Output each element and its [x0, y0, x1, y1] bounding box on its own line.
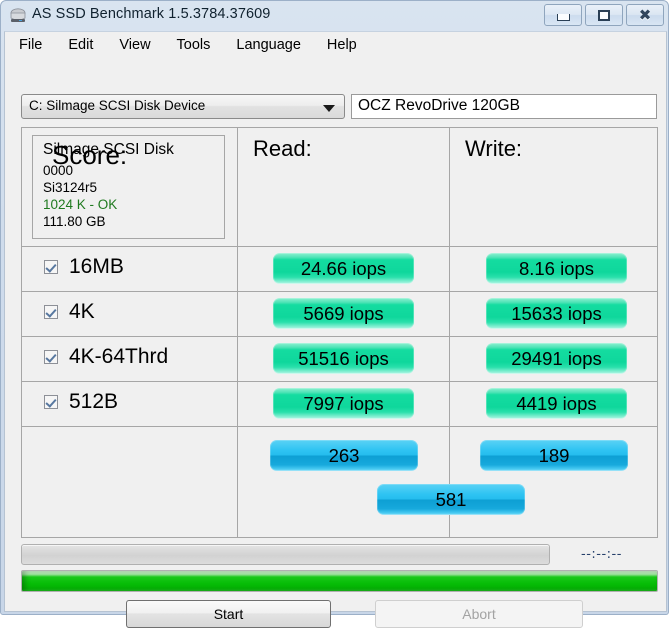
score-read: 263: [270, 440, 418, 471]
test-label-512b: 512B: [69, 390, 119, 413]
result-write-4k-64thrd: 29491 iops: [486, 343, 627, 374]
drive-select-value: C: Silmage SCSI Disk Device: [29, 98, 206, 113]
column-separator-1: [237, 128, 238, 537]
row-separator-3: [22, 381, 657, 382]
progress-bar-bottom-fill: [22, 571, 657, 591]
score-write: 189: [480, 440, 628, 471]
drive-select[interactable]: C: Silmage SCSI Disk Device: [21, 94, 345, 119]
disk-info-alignment: 1024 K - OK: [43, 197, 118, 212]
disk-drive-icon: [10, 8, 26, 22]
test-row-4k-64thrd[interactable]: 4K-64Thrd: [44, 345, 168, 369]
menu-item-view[interactable]: View: [119, 35, 163, 55]
test-label-4k-64thrd: 4K-64Thrd: [69, 345, 169, 368]
maximize-icon: [598, 9, 610, 21]
test-row-16mb[interactable]: 16MB: [44, 255, 124, 279]
menu-item-tools[interactable]: Tools: [177, 35, 224, 55]
results-table: Silmage SCSI Disk 0000 Si3124r5 1024 K -…: [21, 127, 658, 538]
row-separator-1: [22, 291, 657, 292]
checkbox-16mb[interactable]: [44, 260, 58, 274]
test-label-16mb: 16MB: [69, 255, 124, 278]
menu-item-language[interactable]: Language: [236, 35, 314, 55]
checkbox-4k[interactable]: [44, 305, 58, 319]
menu-item-help[interactable]: Help: [327, 35, 370, 55]
disk-info-controller: Si3124r5: [43, 180, 98, 195]
disk-info-capacity: 111.80 GB: [43, 214, 106, 229]
close-button[interactable]: ✖: [626, 4, 664, 26]
result-read-4k: 5669 iops: [273, 298, 414, 329]
row-separator-2: [22, 336, 657, 337]
read-column-header: Read:: [253, 136, 312, 161]
result-write-16mb: 8.16 iops: [486, 253, 627, 284]
test-row-4k[interactable]: 4K: [44, 300, 95, 324]
result-read-16mb: 24.66 iops: [273, 253, 414, 284]
test-label-4k: 4K: [69, 300, 95, 323]
window-controls: ✖: [544, 4, 664, 26]
start-button[interactable]: Start: [126, 600, 331, 628]
title-bar: AS SSD Benchmark 1.5.3784.37609 ✖: [1, 1, 668, 31]
elapsed-timer: --:--:--: [581, 547, 622, 562]
result-write-4k: 15633 iops: [486, 298, 627, 329]
test-row-512b[interactable]: 512B: [44, 390, 118, 414]
device-name-field[interactable]: OCZ RevoDrive 120GB: [351, 94, 657, 119]
column-separator-2: [449, 128, 450, 537]
result-write-512b: 4419 iops: [486, 388, 627, 419]
score-total: 581: [377, 484, 525, 515]
menu-bar: File Edit View Tools Language Help: [5, 32, 666, 58]
row-separator-0: [22, 246, 657, 247]
client-area: File Edit View Tools Language Help C: Si…: [4, 31, 667, 628]
write-column-header: Write:: [465, 136, 523, 161]
chevron-down-icon: [323, 105, 335, 112]
application-window: AS SSD Benchmark 1.5.3784.37609 ✖ File E…: [0, 0, 669, 628]
window-title: AS SSD Benchmark 1.5.3784.37609: [32, 6, 271, 22]
maximize-button[interactable]: [585, 4, 623, 26]
abort-button: Abort: [375, 600, 583, 628]
progress-bar-bottom: [21, 570, 658, 592]
checkbox-4k-64thrd[interactable]: [44, 350, 58, 364]
minimize-button[interactable]: [544, 4, 582, 26]
score-label: Score:: [52, 140, 128, 170]
device-name-value: OCZ RevoDrive 120GB: [358, 97, 520, 114]
checkbox-512b[interactable]: [44, 395, 58, 409]
progress-bar-top: [21, 544, 550, 565]
menu-item-edit[interactable]: Edit: [68, 35, 106, 55]
row-separator-4: [22, 426, 657, 427]
minimize-icon: [556, 13, 570, 21]
menu-item-file[interactable]: File: [19, 35, 55, 55]
result-read-512b: 7997 iops: [273, 388, 414, 419]
result-read-4k-64thrd: 51516 iops: [273, 343, 414, 374]
close-icon: ✖: [638, 5, 652, 24]
